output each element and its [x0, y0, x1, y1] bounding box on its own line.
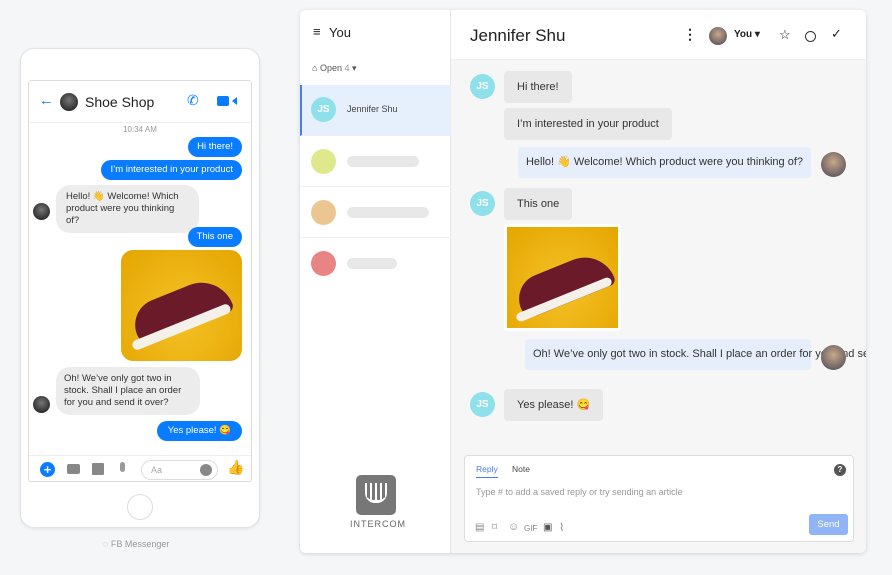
plus-icon[interactable]: +	[40, 462, 55, 477]
snooze-clock-icon[interactable]	[805, 31, 816, 42]
gif-button[interactable]: GIF	[524, 524, 537, 533]
conversation-item[interactable]: JS Jennifer Shu	[300, 85, 451, 136]
star-icon[interactable]: ☆	[779, 27, 791, 43]
message-bubble: Hi there!	[504, 71, 572, 103]
video-icon-lens	[228, 97, 237, 105]
camera-icon[interactable]	[67, 464, 80, 474]
conversation-pane: Jennifer Shu ⋮ You ▾ ☆ ✓ JS Hi there! I’…	[451, 10, 866, 553]
assignee-dropdown[interactable]: You ▾	[734, 29, 760, 40]
tab-note[interactable]: Note	[512, 464, 530, 474]
message-bubble: Hi there!	[188, 137, 242, 157]
phone-icon[interactable]: ✆	[187, 92, 199, 109]
chat-title: Shoe Shop	[85, 94, 155, 110]
message-bubble: Oh! We’ve only got two in stock. Shall I…	[525, 339, 866, 370]
filter-count: 4	[344, 63, 350, 73]
image-icon[interactable]	[92, 463, 104, 475]
reply-composer: Reply Note ? Type # to add a saved reply…	[464, 455, 854, 542]
filter-dropdown[interactable]: ⌂ Open 4 ▾	[312, 63, 357, 74]
conversation-header: Jennifer Shu ⋮ You ▾ ☆ ✓	[451, 10, 866, 60]
message-input[interactable]: Aa	[141, 460, 218, 480]
caption-text: FB Messenger	[110, 539, 170, 549]
image-icon[interactable]: ▣	[543, 522, 552, 533]
shop-avatar	[33, 203, 50, 220]
assignee-label: You	[734, 29, 753, 40]
caret-down-icon: ▾	[352, 63, 357, 73]
back-arrow-icon[interactable]: ←	[39, 92, 54, 109]
customer-name: Jennifer Shu	[470, 26, 566, 45]
attachment-icon[interactable]: ⌇	[559, 521, 564, 534]
customer-avatar: JS	[470, 392, 495, 417]
avatar: JS	[311, 97, 336, 122]
customer-avatar: JS	[470, 191, 495, 216]
inbox-sidebar: ≡ You ⌂ Open 4 ▾ JS Jennifer Shu INTERCO…	[300, 10, 451, 553]
message-bubble: I’m interested in your product	[504, 108, 672, 140]
conversation-placeholder[interactable]	[300, 238, 451, 289]
emoji-icon[interactable]: ☺	[508, 521, 519, 533]
inbox-title: You	[329, 25, 351, 40]
menu-icon[interactable]: ≡	[313, 24, 321, 39]
message-bubble: Hello! 👋 Welcome! Which product were you…	[517, 147, 811, 178]
mic-icon[interactable]	[120, 462, 125, 472]
home-button	[127, 494, 153, 520]
composer-bar: + Aa 👍	[29, 455, 251, 482]
conversation-placeholder[interactable]	[300, 187, 451, 238]
shoe-image[interactable]	[504, 224, 621, 331]
inbox-icon: ⌂	[312, 63, 320, 73]
shop-avatar	[60, 93, 78, 111]
admin-avatar	[821, 152, 846, 177]
emoji-icon[interactable]	[200, 464, 212, 476]
caption: ◌ FB Messenger	[103, 539, 169, 549]
bookmark-icon[interactable]: ⌑	[492, 522, 497, 533]
messenger-screen: ← Shoe Shop ✆ 10:34 AM Hi there! I’m int…	[28, 80, 252, 482]
filter-label: Open	[319, 63, 342, 73]
intercom-logo-icon	[356, 475, 396, 515]
admin-avatar	[709, 27, 727, 45]
shoe-image[interactable]	[121, 250, 242, 361]
shop-avatar	[33, 396, 50, 413]
timestamp: 10:34 AM	[123, 125, 157, 134]
help-icon[interactable]: ?	[834, 464, 846, 476]
article-icon[interactable]: ▤	[475, 522, 484, 533]
input-placeholder: Aa	[151, 465, 163, 475]
conversation-placeholder[interactable]	[300, 136, 451, 187]
admin-avatar	[821, 345, 846, 370]
message-bubble: Yes please! 😋	[504, 389, 604, 421]
conversation-name: Jennifer Shu	[347, 104, 398, 114]
more-options-icon[interactable]: ⋮	[683, 26, 697, 43]
messenger-icon: ◌	[103, 539, 111, 549]
tab-reply[interactable]: Reply	[476, 464, 498, 478]
message-bubble: Hello! 👋 Welcome! Which product were you…	[56, 185, 199, 233]
intercom-logo-text: INTERCOM	[350, 519, 406, 529]
intercom-window: ≡ You ⌂ Open 4 ▾ JS Jennifer Shu INTERCO…	[300, 10, 866, 553]
message-bubble: This one	[187, 227, 242, 247]
reply-input[interactable]: Type # to add a saved reply or try sendi…	[476, 487, 683, 497]
message-bubble: I’m interested in your product	[101, 160, 242, 180]
message-bubble: Yes please! 😋	[156, 421, 242, 441]
thumbs-up-icon[interactable]: 👍	[227, 459, 244, 476]
message-bubble: This one	[504, 188, 573, 220]
close-check-icon[interactable]: ✓	[831, 26, 842, 42]
send-button[interactable]: Send	[809, 514, 848, 535]
message-bubble: Oh! We’ve only got two in stock. Shall I…	[56, 367, 200, 415]
customer-avatar: JS	[470, 74, 495, 99]
messenger-header: ← Shoe Shop ✆	[29, 81, 251, 123]
